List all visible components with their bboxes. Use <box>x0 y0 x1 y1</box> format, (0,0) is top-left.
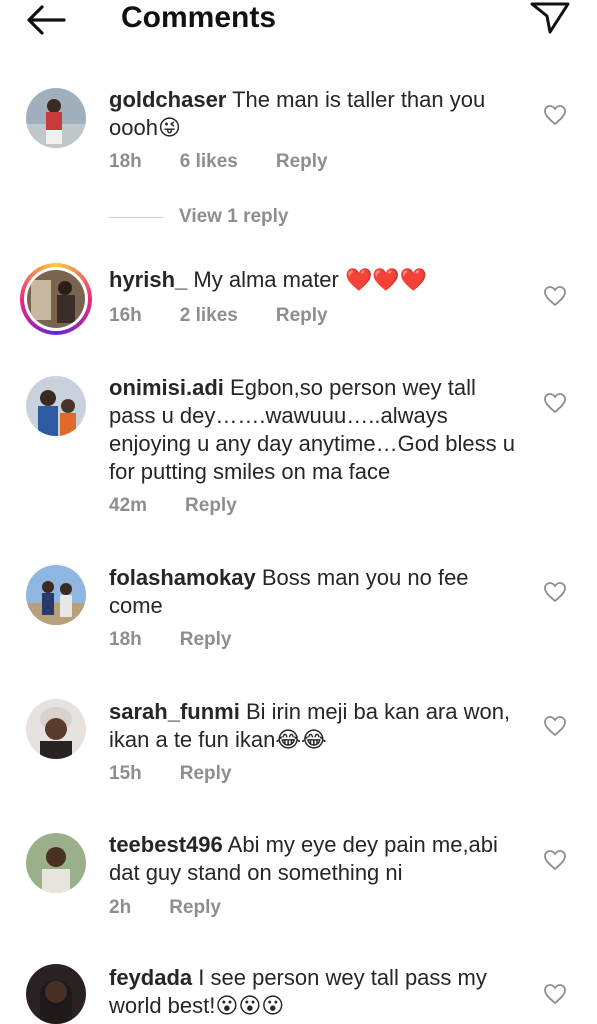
comment-meta: 18h Reply <box>109 629 270 651</box>
heart-icon[interactable] <box>543 392 567 414</box>
comment-time: 18h <box>109 629 142 650</box>
arrow-left-icon <box>27 5 66 35</box>
comment-username[interactable]: goldchaser <box>109 87 226 112</box>
comment-username[interactable]: onimisi.adi <box>109 375 224 400</box>
avatar[interactable] <box>26 88 86 148</box>
comment-username[interactable]: hyrish_ <box>109 267 187 292</box>
send-button[interactable] <box>528 0 572 36</box>
back-button[interactable] <box>24 2 68 38</box>
comment-username[interactable]: sarah_funmi <box>109 699 240 724</box>
reply-button[interactable]: Reply <box>185 495 237 516</box>
comment-username[interactable]: folashamokay <box>109 565 256 590</box>
comment-time: 15h <box>109 763 142 784</box>
heart-icon[interactable] <box>543 581 567 603</box>
comment-time: 16h <box>109 305 142 326</box>
heart-icon[interactable] <box>543 104 567 126</box>
comment-meta: 15h Reply <box>109 763 270 785</box>
comment-text: My alma mater ❤️❤️❤️ <box>193 267 428 292</box>
page-title: Comments <box>121 1 277 34</box>
heart-icon[interactable] <box>543 285 567 307</box>
heart-icon[interactable] <box>543 983 567 1005</box>
avatar[interactable] <box>26 833 86 893</box>
reply-button[interactable]: Reply <box>180 763 232 784</box>
comment-meta: 42m Reply <box>109 495 275 517</box>
avatar[interactable] <box>26 376 86 436</box>
comment-meta: 16h 2 likes Reply <box>109 305 366 327</box>
reply-button[interactable]: Reply <box>169 897 221 918</box>
comment-meta: 18h 6 likes Reply <box>109 151 366 173</box>
comment-username[interactable]: feydada <box>109 965 192 990</box>
avatar[interactable] <box>26 565 86 625</box>
view-replies-label[interactable]: View 1 reply <box>179 206 289 228</box>
heart-icon[interactable] <box>543 715 567 737</box>
avatar[interactable] <box>26 699 86 759</box>
reply-button[interactable]: Reply <box>180 629 232 650</box>
comment-time: 42m <box>109 495 148 516</box>
comment-time: 18h <box>109 151 142 172</box>
comment-likes[interactable]: 2 likes <box>180 305 238 326</box>
avatar[interactable] <box>26 964 86 1024</box>
heart-icon[interactable] <box>543 849 567 871</box>
avatar[interactable] <box>20 263 92 335</box>
reply-button[interactable]: Reply <box>276 151 328 172</box>
comment-likes[interactable]: 6 likes <box>180 151 238 172</box>
header: Comments <box>0 0 597 40</box>
reply-button[interactable]: Reply <box>276 305 328 326</box>
comment-time: 2h <box>109 897 132 918</box>
divider <box>109 217 163 218</box>
comment-meta: 2h Reply <box>109 897 259 919</box>
comment-username[interactable]: teebest496 <box>109 832 223 857</box>
paper-plane-icon <box>530 2 570 34</box>
